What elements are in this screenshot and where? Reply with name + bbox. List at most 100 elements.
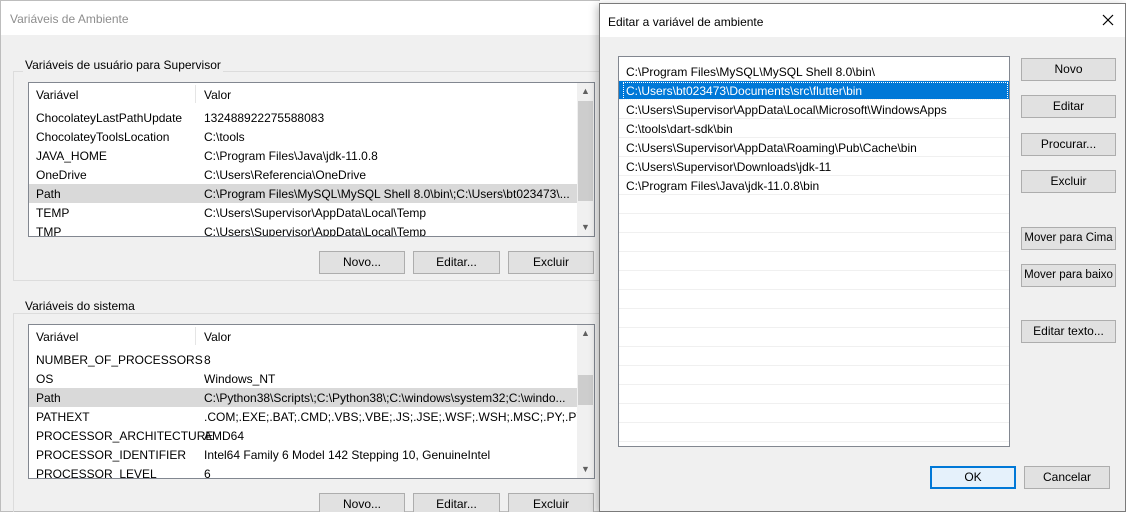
empty-path-row[interactable]	[619, 290, 1009, 309]
ok-button[interactable]: OK	[930, 466, 1016, 489]
empty-path-row[interactable]	[619, 347, 1009, 366]
path-entry[interactable]: C:\Users\Supervisor\AppData\Local\Micros…	[619, 100, 1009, 119]
column-header-value[interactable]: Valor	[204, 88, 231, 102]
variable-name: PATHEXT	[36, 410, 90, 424]
edit-env-variable-dialog: Editar a variável de ambiente C:\Program…	[599, 3, 1126, 512]
edit-path-button[interactable]: Editar	[1021, 95, 1116, 118]
scrollbar-thumb[interactable]	[578, 101, 593, 201]
variable-name: ChocolateyLastPathUpdate	[36, 111, 183, 125]
user-vars-group-label: Variáveis de usuário para Supervisor	[23, 58, 223, 72]
variable-value: Intel64 Family 6 Model 142 Stepping 10, …	[204, 448, 491, 462]
user-vars-scrollbar[interactable]: ▲ ▼	[577, 83, 594, 236]
empty-path-row[interactable]	[619, 214, 1009, 233]
path-entry[interactable]: C:\Program Files\MySQL\MySQL Shell 8.0\b…	[619, 62, 1009, 81]
column-header-variable[interactable]: Variável	[36, 330, 78, 344]
table-row[interactable]: ChocolateyLastPathUpdate 1324889222755880…	[29, 108, 577, 127]
path-entry[interactable]: C:\Users\Supervisor\Downloads\jdk-11	[619, 157, 1009, 176]
empty-path-row[interactable]	[619, 423, 1009, 442]
variable-value: C:\tools	[204, 130, 245, 144]
scrollbar-thumb[interactable]	[578, 375, 593, 405]
move-up-button[interactable]: Mover para Cima	[1021, 227, 1116, 250]
variable-name: PROCESSOR_IDENTIFIER	[36, 448, 187, 462]
variable-value: C:\Users\Supervisor\AppData\Local\Temp	[204, 206, 427, 220]
empty-path-row[interactable]	[619, 195, 1009, 214]
table-row[interactable]: NUMBER_OF_PROCESSORS 8	[29, 350, 577, 369]
system-delete-button[interactable]: Excluir	[508, 493, 594, 512]
table-row[interactable]: PROCESSOR_ARCHITECTURE AMD64	[29, 426, 577, 445]
user-new-button[interactable]: Novo...	[319, 251, 405, 274]
empty-path-row[interactable]	[619, 328, 1009, 347]
scroll-up-arrow-icon[interactable]: ▲	[577, 83, 594, 100]
path-entry[interactable]: C:\Users\Supervisor\AppData\Roaming\Pub\…	[619, 138, 1009, 157]
empty-path-row[interactable]	[619, 271, 1009, 290]
edit-text-button[interactable]: Editar texto...	[1021, 320, 1116, 343]
system-vars-header: Variável Valor	[29, 325, 577, 347]
delete-path-button[interactable]: Excluir	[1021, 170, 1116, 193]
table-row[interactable]: Path C:\Program Files\MySQL\MySQL Shell 8…	[29, 184, 577, 203]
table-row[interactable]: JAVA_HOME C:\Program Files\Java\jdk-11.0.…	[29, 146, 577, 165]
empty-path-row[interactable]	[619, 233, 1009, 252]
path-entry-text: C:\Program Files\Java\jdk-11.0.8\bin	[626, 179, 820, 193]
variable-name: JAVA_HOME	[36, 149, 107, 163]
column-header-variable[interactable]: Variável	[36, 88, 78, 102]
table-row[interactable]: OS Windows_NT	[29, 369, 577, 388]
variable-value: C:\Users\Supervisor\AppData\Local\Temp	[204, 225, 427, 237]
table-row[interactable]: ChocolateyToolsLocation C:\tools	[29, 127, 577, 146]
variable-name: PROCESSOR_ARCHITECTURE	[36, 429, 214, 443]
table-row[interactable]: PATHEXT .COM;.EXE;.BAT;.CMD;.VBS;.VBE;.JS…	[29, 407, 577, 426]
variable-value: C:\Program Files\MySQL\MySQL Shell 8.0\b…	[204, 187, 570, 201]
table-row[interactable]: PROCESSOR_IDENTIFIER Intel64 Family 6 Mod…	[29, 445, 577, 464]
path-entry[interactable]: C:\tools\dart-sdk\bin	[619, 119, 1009, 138]
cancel-button[interactable]: Cancelar	[1024, 466, 1110, 489]
variable-name: Path	[36, 187, 61, 201]
table-row[interactable]: Path C:\Python38\Scripts\;C:\Python38\;C:…	[29, 388, 577, 407]
variable-name: OneDrive	[36, 168, 87, 182]
empty-path-row[interactable]	[619, 404, 1009, 423]
path-entries-list[interactable]: C:\Program Files\MySQL\MySQL Shell 8.0\b…	[618, 56, 1010, 447]
user-delete-button[interactable]: Excluir	[508, 251, 594, 274]
table-row[interactable]: OneDrive C:\Users\Referencia\OneDrive	[29, 165, 577, 184]
path-entry-text: C:\tools\dart-sdk\bin	[626, 122, 733, 136]
system-vars-group-label: Variáveis do sistema	[23, 299, 137, 313]
variable-value: 8	[204, 353, 211, 367]
path-entry-text: C:\Users\bt023473\Documents\src\flutter\…	[626, 84, 863, 98]
path-entry[interactable]: C:\Users\bt023473\Documents\src\flutter\…	[619, 81, 1009, 100]
variable-name: OS	[36, 372, 54, 386]
close-icon[interactable]	[1099, 11, 1117, 29]
move-down-button[interactable]: Mover para baixo	[1021, 264, 1116, 287]
system-vars-list[interactable]: Variável Valor NUMBER_OF_PROCESSORS 8 OS Wi…	[28, 324, 595, 479]
empty-path-row[interactable]	[619, 252, 1009, 271]
user-edit-button[interactable]: Editar...	[413, 251, 500, 274]
scroll-down-arrow-icon[interactable]: ▼	[577, 461, 594, 478]
system-vars-scrollbar[interactable]: ▲ ▼	[577, 325, 594, 478]
new-path-button[interactable]: Novo	[1021, 58, 1116, 81]
path-entry-text: C:\Users\Supervisor\AppData\Roaming\Pub\…	[626, 141, 917, 155]
variable-value: C:\Python38\Scripts\;C:\Python38\;C:\win…	[204, 391, 566, 405]
variable-name: NUMBER_OF_PROCESSORS	[36, 353, 203, 367]
env-window-title: Variáveis de Ambiente	[10, 12, 129, 26]
edit-dialog-titlebar[interactable]: Editar a variável de ambiente	[600, 4, 1125, 37]
variable-name: PROCESSOR_LEVEL	[36, 467, 157, 479]
variable-value: .COM;.EXE;.BAT;.CMD;.VBS;.VBE;.JS;.JSE;.…	[204, 410, 577, 424]
table-row[interactable]: TMP C:\Users\Supervisor\AppData\Local\Tem…	[29, 222, 577, 237]
browse-button[interactable]: Procurar...	[1021, 133, 1116, 156]
table-row[interactable]: TEMP C:\Users\Supervisor\AppData\Local\Te…	[29, 203, 577, 222]
scroll-up-arrow-icon[interactable]: ▲	[577, 325, 594, 342]
column-header-value[interactable]: Valor	[204, 330, 231, 344]
scroll-down-arrow-icon[interactable]: ▼	[577, 219, 594, 236]
variable-value: 132488922275588083	[204, 111, 325, 125]
variable-value: C:\Users\Referencia\OneDrive	[204, 168, 367, 182]
variable-value: C:\Program Files\Java\jdk-11.0.8	[204, 149, 378, 163]
variable-name: ChocolateyToolsLocation	[36, 130, 170, 144]
variable-value: Windows_NT	[204, 372, 276, 386]
empty-path-row[interactable]	[619, 309, 1009, 328]
table-row[interactable]: PROCESSOR_LEVEL 6	[29, 464, 577, 479]
system-new-button[interactable]: Novo...	[319, 493, 405, 512]
path-entry-text: C:\Users\Supervisor\AppData\Local\Micros…	[626, 103, 947, 117]
empty-path-row[interactable]	[619, 366, 1009, 385]
env-window-titlebar[interactable]: Variáveis de Ambiente	[1, 1, 601, 35]
path-entry[interactable]: C:\Program Files\Java\jdk-11.0.8\bin	[619, 176, 1009, 195]
empty-path-row[interactable]	[619, 385, 1009, 404]
user-vars-list[interactable]: Variável Valor ChocolateyLastPathUpdate 1…	[28, 82, 595, 237]
system-edit-button[interactable]: Editar...	[413, 493, 500, 512]
